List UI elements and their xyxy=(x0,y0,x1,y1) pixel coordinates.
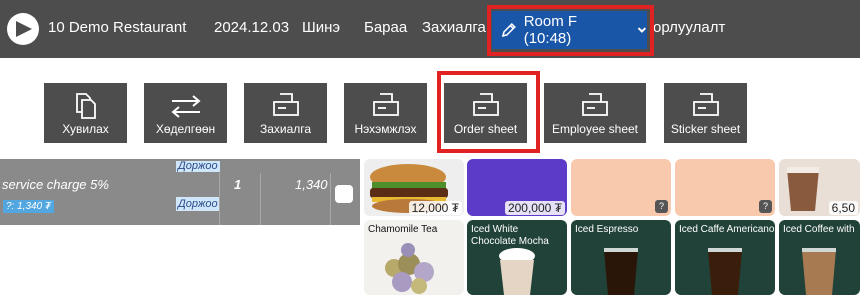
product-tile-iced-white-mocha[interactable]: Iced White Chocolate Mocha xyxy=(467,220,567,295)
product-unknown-price: ? xyxy=(655,200,668,213)
column-divider xyxy=(260,173,261,225)
iced-drink-image xyxy=(604,248,638,295)
order-list-panel: Доржоо service charge 5% ?: 1,340 ₮ Дорж… xyxy=(0,159,360,295)
printer-icon xyxy=(372,93,399,116)
product-name: Iced White Chocolate Mocha xyxy=(471,224,549,247)
current-date: 2024.12.03 xyxy=(214,19,290,36)
employee-sheet-button[interactable]: Employee sheet xyxy=(544,83,646,143)
room-highlight-box xyxy=(487,5,654,56)
product-price: 12,000 ₮ xyxy=(408,201,462,215)
product-price: 6,50 xyxy=(828,201,858,215)
product-name: Chamomile Tea xyxy=(368,224,438,235)
order-item-checkbox[interactable] xyxy=(335,185,353,203)
product-tile-hot-mocha[interactable]: 6,50 xyxy=(779,159,860,216)
order-item-qty: 1 xyxy=(234,177,242,192)
transfer-button[interactable]: Хөделгөөн xyxy=(144,83,227,143)
iced-drink-image xyxy=(499,248,535,295)
sticker-sheet-label: Sticker sheet xyxy=(670,122,741,136)
order-item-amount: 1,340 xyxy=(295,177,328,192)
order-item-name: service charge 5% xyxy=(2,177,109,192)
printer-icon xyxy=(272,93,299,116)
top-bar: 10 Demo Restaurant 2024.12.03 Шинэ Бараа… xyxy=(0,0,860,58)
app-logo-icon[interactable] xyxy=(6,12,40,46)
product-tile-iced-espresso[interactable]: Iced Espresso xyxy=(571,220,671,295)
nav-order[interactable]: Захиалга xyxy=(422,19,486,36)
order-row[interactable]: service charge 5% ?: 1,340 ₮ Доржоо 1 1,… xyxy=(0,173,360,225)
product-name: Iced Caffe Americano xyxy=(679,224,775,235)
product-name: Iced Espresso xyxy=(575,224,639,235)
product-tile-peach-2[interactable]: ? xyxy=(675,159,775,216)
transfer-label: Хөделгөөн xyxy=(155,122,216,136)
iced-drink-image xyxy=(708,248,742,295)
receipt-button[interactable]: Нэхэмжлэх xyxy=(344,83,427,143)
restaurant-name: 10 Demo Restaurant xyxy=(48,19,187,36)
iced-drink-image xyxy=(802,248,836,295)
staff-tag: Доржоо xyxy=(176,160,220,172)
order-print-label: Захиалга xyxy=(259,122,312,136)
nav-settings[interactable]: орлуулалт xyxy=(653,19,725,36)
copy-button[interactable]: Хувилах xyxy=(44,83,127,143)
nav-goods[interactable]: Бараа xyxy=(364,19,407,36)
printer-icon xyxy=(582,93,608,116)
order-print-button[interactable]: Захиалга xyxy=(244,83,327,143)
order-row-previous[interactable]: Доржоо xyxy=(0,159,360,173)
nav-new[interactable]: Шинэ xyxy=(302,19,340,36)
order-sheet-highlight-box xyxy=(437,71,540,153)
product-tile-burger[interactable]: 12,000 ₮ xyxy=(364,159,464,216)
product-tile-chamomile[interactable]: Chamomile Tea xyxy=(364,220,464,295)
column-divider xyxy=(219,173,220,225)
product-price: 200,000 ₮ xyxy=(504,201,565,215)
product-unknown-price: ? xyxy=(759,200,772,213)
receipt-label: Нэхэмжлэх xyxy=(354,122,417,136)
column-divider xyxy=(330,173,331,225)
sticker-sheet-button[interactable]: Sticker sheet xyxy=(664,83,747,143)
product-tile-iced-coffee-milk[interactable]: Iced Coffee with xyxy=(779,220,860,295)
copy-icon xyxy=(75,93,96,119)
order-item-staff: Доржоо xyxy=(176,197,220,211)
printer-icon xyxy=(692,93,719,116)
transfer-arrows-icon xyxy=(170,95,201,118)
employee-sheet-label: Employee sheet xyxy=(551,122,639,136)
copy-label: Хувилах xyxy=(62,122,109,136)
order-item-price-tag: ?: 1,340 ₮ xyxy=(3,200,55,213)
product-tile-purple[interactable]: 200,000 ₮ xyxy=(467,159,567,216)
product-name: Iced Coffee with xyxy=(783,224,855,235)
product-tile-peach-1[interactable]: ? xyxy=(571,159,671,216)
product-tile-iced-americano[interactable]: Iced Caffe Americano xyxy=(675,220,775,295)
